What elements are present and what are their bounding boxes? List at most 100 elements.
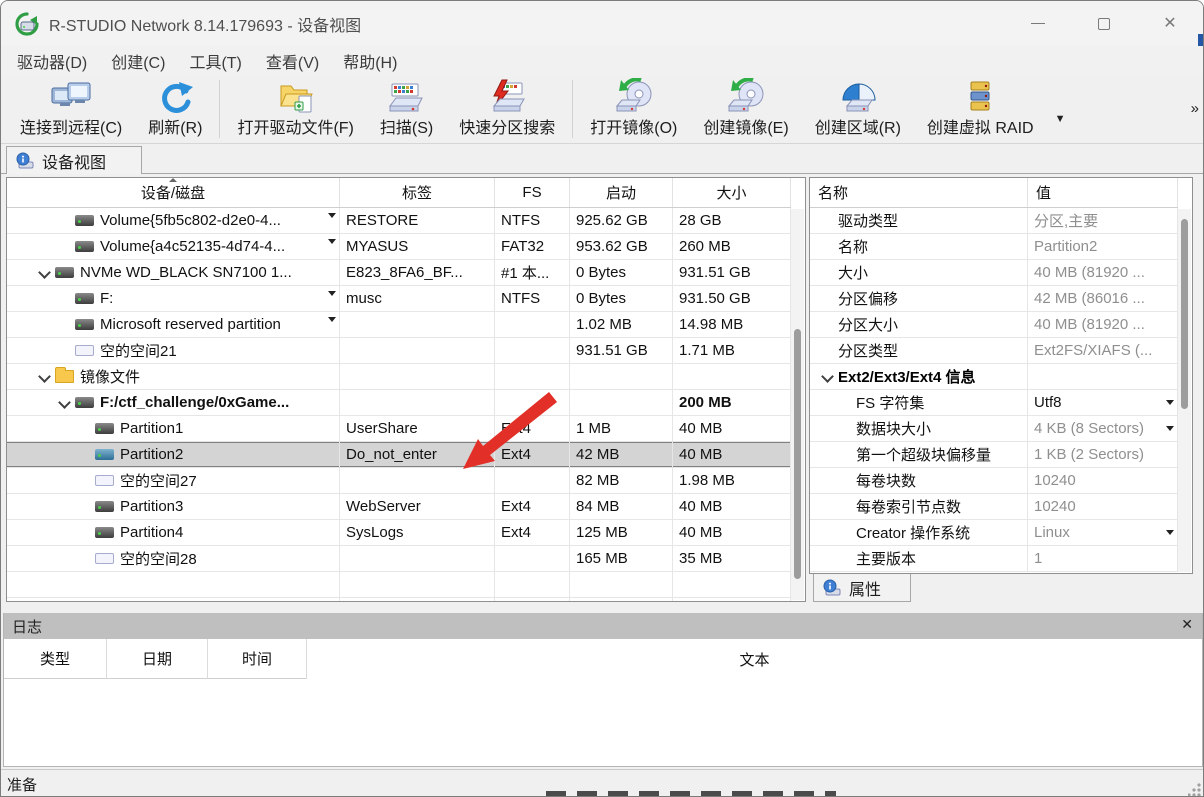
property-row: 分区大小40 MB (81920 ... — [810, 312, 1178, 338]
create-virtual-raid-button[interactable]: 创建虚拟 RAID — [914, 78, 1047, 140]
create-region-button[interactable]: 创建区域(R) — [802, 78, 914, 140]
menu-drive[interactable]: 驱动器(D) — [5, 45, 99, 77]
toolbar-separator — [219, 80, 220, 138]
log-close-icon[interactable]: ✕ — [1181, 616, 1193, 633]
dropdown-icon[interactable] — [328, 291, 336, 296]
property-value[interactable]: 4 KB (8 Sectors) — [1028, 416, 1178, 441]
property-value[interactable]: Utf8 — [1028, 390, 1178, 415]
property-row: FS 字符集Utf8 — [810, 390, 1178, 416]
scrollbar-thumb[interactable] — [1181, 219, 1188, 409]
open-drive-file-button[interactable]: 打开驱动文件(F) — [224, 78, 366, 140]
close-button[interactable]: ✕ — [1137, 1, 1203, 46]
log-column-text[interactable]: 文本 — [307, 639, 1202, 679]
open-image-button[interactable]: 打开镜像(O) — [577, 78, 690, 140]
refresh-button[interactable]: 刷新(R) — [135, 78, 215, 140]
dropdown-icon[interactable] — [1166, 530, 1174, 535]
column-header-start[interactable]: 启动 — [570, 178, 673, 207]
device-name-cell: Volume{a4c52135-4d74-4... — [7, 234, 340, 259]
resize-grip[interactable] — [1188, 783, 1201, 796]
property-name: FS 字符集 — [810, 390, 1028, 415]
section-name-cell: Ext2/Ext3/Ext4 信息 — [810, 364, 1028, 389]
column-header-value[interactable]: 值 — [1028, 178, 1178, 207]
device-name-cell: 空的空间21 — [7, 338, 340, 363]
horizontal-splitter[interactable] — [1, 602, 1203, 613]
lightning-drive-icon — [484, 78, 530, 118]
empty-cell — [495, 598, 570, 601]
device-row[interactable]: Partition1UserShareExt41 MB40 MB — [7, 416, 791, 442]
scrollbar-thumb[interactable] — [794, 329, 801, 579]
device-row[interactable]: Partition4SysLogsExt4125 MB40 MB — [7, 520, 791, 546]
create-image-button[interactable]: 创建镜像(E) — [690, 78, 801, 140]
chevron-down-icon[interactable] — [818, 369, 838, 385]
device-row[interactable]: Volume{a4c52135-4d74-4...MYASUSFAT32953.… — [7, 234, 791, 260]
start-cell: 0 Bytes — [570, 286, 673, 311]
size-cell: 1.98 MB — [673, 468, 791, 493]
chevron-down-icon[interactable] — [35, 369, 55, 385]
tab-properties[interactable]: 属性 — [813, 574, 911, 602]
device-row[interactable]: Microsoft reserved partition1.02 MB14.98… — [7, 312, 791, 338]
menu-create[interactable]: 创建(C) — [99, 45, 177, 77]
device-row[interactable]: NVMe WD_BLACK SN7100 1...E823_8FA6_BF...… — [7, 260, 791, 286]
tab-device-view[interactable]: 设备视图 — [6, 146, 142, 174]
disk-blue-icon — [95, 449, 114, 460]
device-row[interactable]: Volume{5fb5c802-d2e0-4...RESTORENTFS925.… — [7, 208, 791, 234]
device-name: Partition2 — [120, 446, 183, 463]
property-name: Creator 操作系统 — [810, 520, 1028, 545]
dropdown-icon[interactable] — [328, 213, 336, 218]
dropdown-icon[interactable] — [328, 317, 336, 322]
device-row[interactable]: Partition2Do_not_enterExt442 MB40 MB — [7, 442, 791, 468]
menu-help[interactable]: 帮助(H) — [331, 45, 409, 77]
raid-stack-icon — [957, 78, 1003, 118]
connect-remote-button[interactable]: 连接到远程(C) — [7, 78, 135, 140]
device-row[interactable]: F:muscNTFS0 Bytes931.50 GB — [7, 286, 791, 312]
column-header-label[interactable]: 标签 — [340, 178, 495, 207]
minimize-button[interactable] — [1005, 1, 1071, 46]
property-name: 分区偏移 — [810, 286, 1028, 311]
device-row[interactable]: 空的空间2782 MB1.98 MB — [7, 468, 791, 494]
toolbar-separator — [572, 80, 573, 138]
device-row[interactable]: 空的空间28165 MB35 MB — [7, 546, 791, 572]
toolbar-overflow-chevron[interactable]: » — [1191, 100, 1199, 117]
property-value — [1028, 364, 1178, 389]
menu-view[interactable]: 查看(V) — [254, 45, 331, 77]
device-row[interactable]: Partition3WebServerExt484 MB40 MB — [7, 494, 791, 520]
fs-cell: Ext4 — [495, 494, 570, 519]
empty-cell — [495, 572, 570, 597]
log-column-time[interactable]: 时间 — [208, 639, 307, 679]
device-tree-scrollbar[interactable] — [791, 209, 804, 600]
dropdown-icon[interactable] — [1166, 426, 1174, 431]
dropdown-icon[interactable] — [328, 239, 336, 244]
open-folder-file-icon — [273, 78, 319, 118]
properties-scrollbar[interactable] — [1178, 209, 1191, 572]
device-row[interactable]: 镜像文件 — [7, 364, 791, 390]
property-row: 每卷块数10240 — [810, 468, 1178, 494]
size-cell: 35 MB — [673, 546, 791, 571]
device-row[interactable]: F:/ctf_challenge/0xGame...200 MB — [7, 390, 791, 416]
dropdown-icon[interactable] — [1166, 400, 1174, 405]
column-header-fs[interactable]: FS — [495, 178, 570, 207]
property-rows: 驱动类型分区,主要名称Partition2大小40 MB (81920 ...分… — [810, 208, 1178, 572]
quick-partition-search-button[interactable]: 快速分区搜索 — [446, 78, 568, 140]
start-cell — [570, 364, 673, 389]
chevron-down-icon[interactable] — [35, 265, 55, 281]
scan-button[interactable]: 扫描(S) — [367, 78, 446, 140]
log-column-type[interactable]: 类型 — [4, 639, 107, 679]
device-name: F:/ctf_challenge/0xGame... — [100, 394, 289, 411]
column-header-size[interactable]: 大小 — [673, 178, 791, 207]
column-header-device[interactable]: 设备/磁盘 — [7, 178, 340, 207]
device-name-cell: Partition3 — [7, 494, 340, 519]
property-value: 42 MB (86016 ... — [1028, 286, 1178, 311]
property-value: 1 KB (2 Sectors) — [1028, 442, 1178, 467]
maximize-button[interactable] — [1071, 1, 1137, 46]
property-value[interactable]: Linux — [1028, 520, 1178, 545]
sort-ascending-icon — [169, 178, 177, 182]
log-column-date[interactable]: 日期 — [107, 639, 208, 679]
column-header-name[interactable]: 名称 — [810, 178, 1028, 207]
property-section-row: Ext2/Ext3/Ext4 信息 — [810, 364, 1178, 390]
device-name: 空的空间27 — [120, 470, 197, 491]
chevron-down-icon[interactable] — [55, 395, 75, 411]
menu-tools[interactable]: 工具(T) — [177, 45, 253, 77]
device-row[interactable]: 空的空间21931.51 GB1.71 MB — [7, 338, 791, 364]
toolbar-dropdown-icon[interactable]: ▼ — [1055, 113, 1066, 125]
fs-cell: NTFS — [495, 286, 570, 311]
